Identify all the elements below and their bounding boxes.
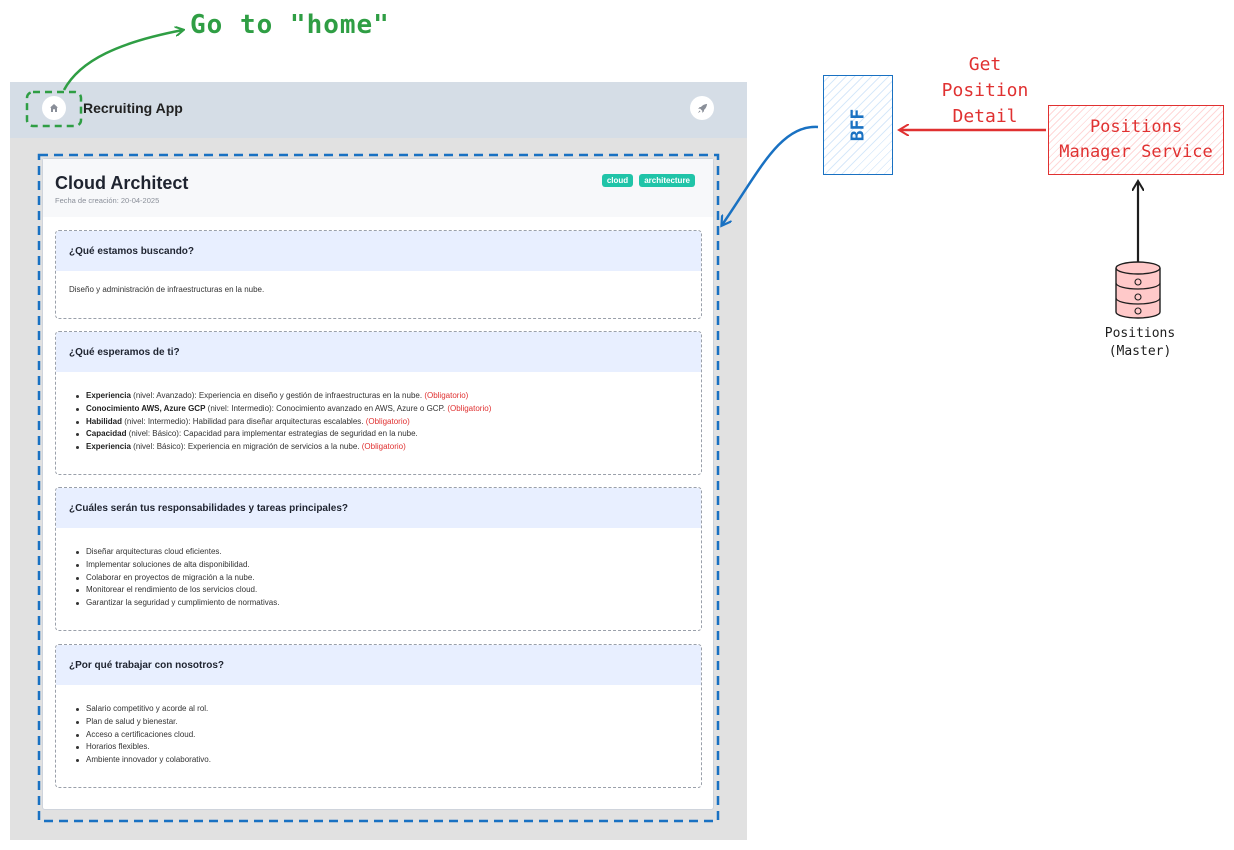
- list-item: Capacidad (nivel: Básico): Capacidad par…: [69, 428, 688, 441]
- mandatory-flag: (Obligatorio): [365, 416, 410, 426]
- database-label-line: Positions: [1104, 326, 1176, 341]
- get-position-detail-line: Get: [968, 54, 1002, 75]
- list-item: Diseñar arquitecturas cloud eficientes.: [69, 546, 688, 559]
- section-heading: ¿Qué esperamos de ti?: [56, 332, 701, 372]
- position-header: Cloud Architect Fecha de creación: 20-04…: [43, 159, 713, 217]
- service-label-line: Manager Service: [1059, 142, 1213, 162]
- app-window: Recruiting App Cloud Architect Fecha de …: [10, 82, 747, 840]
- app-header: Recruiting App: [10, 82, 747, 138]
- mandatory-flag: (Obligatorio): [447, 403, 492, 413]
- section-why-us: ¿Por qué trabajar con nosotros? Salario …: [55, 644, 702, 788]
- list-item: Plan de salud y bienestar.: [69, 716, 688, 729]
- tag-cloud: cloud: [601, 174, 634, 187]
- section-heading: ¿Por qué trabajar con nosotros?: [56, 645, 701, 685]
- mandatory-flag: (Obligatorio): [361, 442, 406, 452]
- rocket-icon: [697, 103, 707, 113]
- get-position-detail-line: Position: [941, 80, 1029, 101]
- list-item: Experiencia (nivel: Básico): Experiencia…: [69, 441, 688, 454]
- requirement-name: Experiencia: [86, 442, 131, 452]
- bff-label: BFF: [847, 108, 869, 142]
- home-icon: [50, 104, 58, 112]
- requirement-name: Habilidad: [86, 416, 123, 426]
- requirement-name: Conocimiento AWS, Azure GCP: [86, 403, 206, 413]
- responsibilities-list: Diseñar arquitecturas cloud eficientes. …: [69, 546, 688, 610]
- requirement-detail: (nivel: Intermedio): Habilidad para dise…: [124, 416, 364, 426]
- list-item: Conocimiento AWS, Azure GCP (nivel: Inte…: [69, 403, 688, 416]
- section-text: Diseño y administración de infraestructu…: [69, 285, 265, 294]
- benefits-list: Salario competitivo y acorde al rol. Pla…: [69, 703, 688, 767]
- requirement-detail: (nivel: Avanzado): Experiencia en diseño…: [133, 391, 423, 400]
- creation-date: Fecha de creación: 20-04-2025: [55, 196, 160, 205]
- list-item: Habilidad (nivel: Intermedio): Habilidad…: [69, 416, 688, 429]
- rocket-button[interactable]: [690, 96, 714, 120]
- bff-node: BFF: [823, 75, 893, 175]
- home-button[interactable]: [42, 96, 66, 120]
- app-title: Recruiting App: [83, 100, 183, 116]
- section-expectations: ¿Qué esperamos de ti? Experiencia (nivel…: [55, 331, 702, 475]
- section-heading: ¿Qué estamos buscando?: [56, 231, 701, 271]
- get-position-detail-line: Detail: [952, 106, 1018, 127]
- service-label-line: Positions: [1089, 117, 1183, 137]
- list-item: Salario competitivo y acorde al rol.: [69, 703, 688, 716]
- database-label-line: (Master): [1108, 344, 1172, 359]
- list-item: Experiencia (nivel: Avanzado): Experienc…: [69, 390, 688, 403]
- position-detail-card: Cloud Architect Fecha de creación: 20-04…: [42, 158, 714, 810]
- section-looking-for: ¿Qué estamos buscando? Diseño y administ…: [55, 230, 702, 319]
- go-home-annotation: Go to "home": [190, 10, 390, 40]
- requirements-list: Experiencia (nivel: Avanzado): Experienc…: [69, 390, 688, 454]
- list-item: Garantizar la seguridad y cumplimiento d…: [69, 597, 688, 610]
- tag-list: cloud architecture: [601, 174, 695, 187]
- database-icon: [1115, 261, 1161, 319]
- list-item: Acceso a certificaciones cloud.: [69, 729, 688, 742]
- database-label: Positions (Master): [1090, 325, 1190, 361]
- list-item: Ambiente innovador y colaborativo.: [69, 754, 688, 767]
- list-item: Monitorear el rendimiento de los servici…: [69, 584, 688, 597]
- requirement-name: Capacidad: [86, 429, 127, 439]
- requirement-detail: (nivel: Intermedio): Conocimiento avanza…: [207, 403, 446, 413]
- list-item: Horarios flexibles.: [69, 741, 688, 754]
- get-position-detail-label: Get Position Detail: [930, 52, 1040, 130]
- requirement-detail: (nivel: Básico): Capacidad para implemen…: [128, 429, 418, 439]
- position-title: Cloud Architect: [55, 173, 189, 193]
- tag-architecture: architecture: [639, 174, 695, 187]
- requirement-detail: (nivel: Básico): Experiencia en migració…: [133, 442, 360, 452]
- list-item: Colaborar en proyectos de migración a la…: [69, 572, 688, 585]
- positions-manager-service-node: Positions Manager Service: [1048, 105, 1224, 175]
- requirement-name: Experiencia: [86, 391, 131, 400]
- go-home-arrow: [62, 30, 183, 91]
- section-heading: ¿Cuáles serán tus responsabilidades y ta…: [56, 488, 701, 528]
- mandatory-flag: (Obligatorio): [424, 391, 469, 400]
- list-item: Implementar soluciones de alta disponibi…: [69, 559, 688, 572]
- section-responsibilities: ¿Cuáles serán tus responsabilidades y ta…: [55, 487, 702, 631]
